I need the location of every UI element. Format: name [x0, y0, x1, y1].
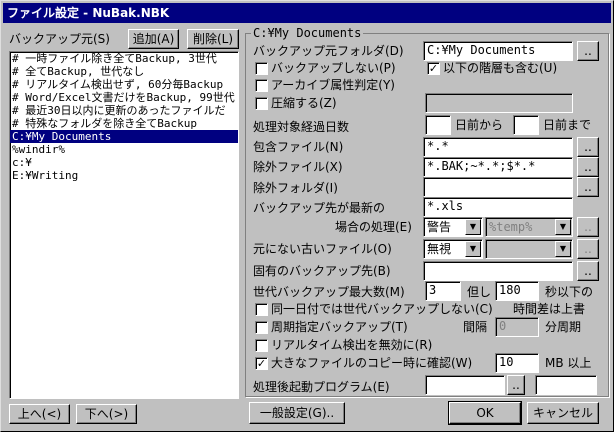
list-item[interactable]: # 全てBackup, 世代なし	[10, 65, 238, 78]
source-folder-input[interactable]: C:¥My Documents	[423, 41, 573, 61]
days-to-label: 日前まで	[543, 118, 592, 132]
large-file-confirm-label: 大きなファイルのコピー時に確認(W)	[271, 356, 473, 370]
backup-source-label: バックアップ元(S)	[9, 32, 110, 46]
case-handling-value: 警告	[427, 220, 452, 234]
seconds-label: 秒以下の	[545, 285, 594, 299]
old-files-label: 元にない古いファイル(O)	[253, 242, 392, 256]
days-from-input[interactable]	[425, 115, 451, 135]
list-item[interactable]: # リアルタイム検出せず, 60分毎Backup	[10, 78, 238, 91]
days-elapsed-label: 処理対象経過日数	[253, 120, 350, 134]
list-item[interactable]: # 一時ファイル除き全てBackup, 3世代	[10, 52, 238, 65]
post-program-args-input[interactable]	[535, 375, 597, 395]
periodic-backup-checkbox[interactable]	[255, 321, 268, 334]
interval-label: 間隔	[463, 320, 488, 334]
archive-attribute-label: アーカイブ属性判定(Y)	[271, 78, 395, 92]
dest-newer-input[interactable]: *.xls	[423, 197, 573, 217]
list-item[interactable]: # 特殊なフォルダを除き全てBackup	[10, 117, 238, 130]
chevron-down-icon: ▼	[465, 241, 481, 257]
include-subfolders-checkbox[interactable]: ✓	[427, 62, 440, 75]
days-to-input[interactable]	[513, 115, 539, 135]
source-folder-browse-button[interactable]: ..	[577, 41, 599, 61]
file-settings-window: ファイル設定 - NuBak.NBK バックアップ元(S) 追加(A) 削除(L…	[0, 0, 614, 432]
chevron-down-icon: ▼	[555, 241, 571, 257]
list-item[interactable]: c:¥	[10, 156, 238, 169]
cancel-button[interactable]: キャンセル	[527, 402, 599, 424]
compress-label: 圧縮する(Z)	[271, 96, 337, 110]
include-files-label: 包含ファイル(N)	[253, 140, 344, 154]
include-subfolders-label: 以下の階層も含む(U)	[443, 61, 558, 75]
case-handling-label: 場合の処理(E)	[335, 220, 412, 234]
move-up-button[interactable]: 上へ(<)	[9, 404, 70, 424]
but-label: 但し	[467, 285, 492, 299]
exclude-files-label: 除外ファイル(X)	[253, 160, 343, 174]
chevron-down-icon: ▼	[555, 219, 571, 235]
exclude-folder-browse-button[interactable]: ..	[577, 177, 599, 197]
interval-unit: 分周期	[545, 320, 582, 334]
include-files-browse-button[interactable]: ..	[577, 137, 599, 157]
specific-dest-label: 固有のバックアップ先(B)	[253, 264, 391, 278]
compress-checkbox[interactable]	[255, 97, 268, 110]
specific-dest-input[interactable]	[423, 261, 573, 281]
backup-source-list[interactable]: # 一時ファイル除き全てBackup, 3世代 # 全てBackup, 世代なし #…	[9, 51, 239, 399]
list-item[interactable]: # 最近30日以内に更新のあったファイルだ	[10, 104, 238, 117]
post-program-label: 処理後起動プログラム(E)	[253, 380, 390, 394]
disable-realtime-checkbox[interactable]	[255, 339, 268, 352]
specific-dest-browse-button[interactable]: ..	[577, 261, 599, 281]
disable-realtime-label: リアルタイム検出を無効に(R)	[271, 338, 433, 352]
move-down-button[interactable]: 下へ(>)	[76, 404, 137, 424]
same-day-checkbox[interactable]	[255, 303, 268, 316]
seconds-input[interactable]: 180	[495, 281, 539, 301]
days-from-label: 日前から	[455, 118, 504, 132]
large-file-unit: MB 以上	[545, 356, 592, 370]
interval-input: 0	[495, 317, 539, 337]
case-path-value: %temp%	[489, 220, 533, 234]
compress-option-field	[425, 93, 573, 113]
old-files-select[interactable]: 無視 ▼	[423, 239, 483, 259]
large-file-size-input[interactable]: 10	[495, 353, 539, 373]
old-files-browse-button: ..	[577, 239, 599, 259]
list-item[interactable]: C:¥My Documents	[10, 130, 238, 143]
list-item[interactable]: # Word/Excel文書だけをBackup, 99世代	[10, 91, 238, 104]
title-bar: ファイル設定 - NuBak.NBK	[3, 3, 611, 23]
case-path-browse-button: ..	[577, 217, 599, 237]
dest-newer-label: バックアップ先が最新の	[253, 201, 386, 215]
delete-button[interactable]: 削除(L)	[187, 29, 239, 49]
list-item[interactable]: E:¥Writing	[10, 169, 238, 182]
time-diff-label: 時間差は上書	[513, 302, 586, 316]
include-files-input[interactable]: *.*	[423, 137, 573, 157]
add-button[interactable]: 追加(A)	[128, 29, 179, 49]
exclude-folder-input[interactable]	[423, 177, 573, 197]
no-backup-label: バックアップしない(P)	[271, 61, 396, 75]
max-generations-label: 世代バックアップ最大数(M)	[253, 285, 405, 299]
exclude-folder-label: 除外フォルダ(I)	[253, 181, 338, 195]
group-title: C:¥My Documents	[251, 25, 364, 41]
post-program-input[interactable]	[425, 375, 505, 395]
source-folder-label: バックアップ元フォルダ(D)	[253, 44, 404, 58]
post-program-browse-button[interactable]: ..	[507, 375, 525, 395]
max-generations-input[interactable]: 3	[425, 281, 461, 301]
case-path-select: %temp% ▼	[485, 217, 573, 237]
old-files-path-select: ▼	[485, 239, 573, 259]
same-day-label: 同一日付では世代バックアップしない(C)	[271, 302, 493, 316]
periodic-backup-label: 周期指定バックアップ(T)	[271, 320, 408, 334]
case-handling-select[interactable]: 警告 ▼	[423, 217, 483, 237]
exclude-files-browse-button[interactable]: ..	[577, 157, 599, 177]
chevron-down-icon: ▼	[465, 219, 481, 235]
general-settings-button[interactable]: 一般設定(G)..	[249, 402, 345, 424]
archive-attribute-checkbox[interactable]	[255, 79, 268, 92]
no-backup-checkbox[interactable]	[255, 62, 268, 75]
exclude-files-input[interactable]: *.BAK;~*.*;$*.*	[423, 157, 573, 177]
old-files-value: 無視	[427, 242, 452, 256]
ok-button[interactable]: OK	[449, 402, 521, 424]
list-item[interactable]: %windir%	[10, 143, 238, 156]
large-file-confirm-checkbox[interactable]: ✓	[255, 357, 268, 370]
